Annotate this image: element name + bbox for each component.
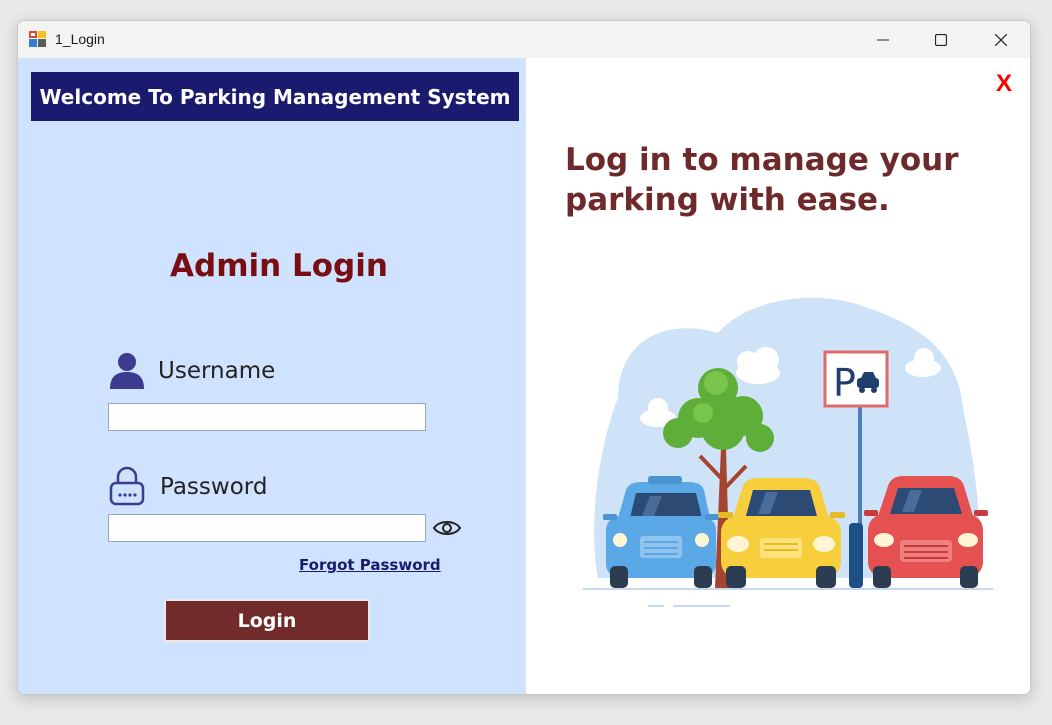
login-button[interactable]: Login [164, 599, 370, 642]
tagline-line-2: parking with ease. [565, 182, 890, 218]
minimize-icon [877, 39, 889, 40]
title-bar[interactable]: 1_Login [18, 21, 1030, 58]
eye-icon[interactable] [432, 516, 462, 540]
password-label: Password [160, 474, 268, 500]
username-input[interactable] [108, 403, 426, 431]
cloud [736, 347, 780, 384]
maximize-icon [935, 33, 947, 46]
login-window: 1_Login Welcome To Parking Management Sy… [17, 20, 1031, 695]
user-icon [110, 353, 144, 389]
window-title: 1_Login [55, 31, 105, 47]
tagline: Log in to manage your parking with ease. [565, 140, 995, 220]
sign-post-base [849, 523, 863, 588]
lock-icon [109, 466, 145, 506]
username-label: Username [158, 358, 276, 384]
info-panel: X Log in to manage your parking with eas… [526, 58, 1030, 694]
maximize-button[interactable] [912, 21, 970, 58]
app-icon [29, 31, 46, 47]
tagline-line-1: Log in to manage your [565, 142, 959, 178]
close-window-button[interactable] [972, 21, 1030, 58]
parking-illustration: P [583, 297, 993, 607]
close-x-button[interactable]: X [996, 70, 1012, 98]
welcome-banner: Welcome To Parking Management System [31, 72, 519, 121]
admin-login-heading: Admin Login [170, 248, 388, 284]
password-input[interactable] [108, 514, 426, 542]
login-panel: Welcome To Parking Management System Adm… [18, 58, 526, 694]
minimize-button[interactable] [854, 21, 912, 58]
forgot-password-link[interactable]: Forgot Password [299, 556, 441, 574]
sign-letter: P [833, 361, 856, 405]
close-icon [995, 33, 1007, 46]
